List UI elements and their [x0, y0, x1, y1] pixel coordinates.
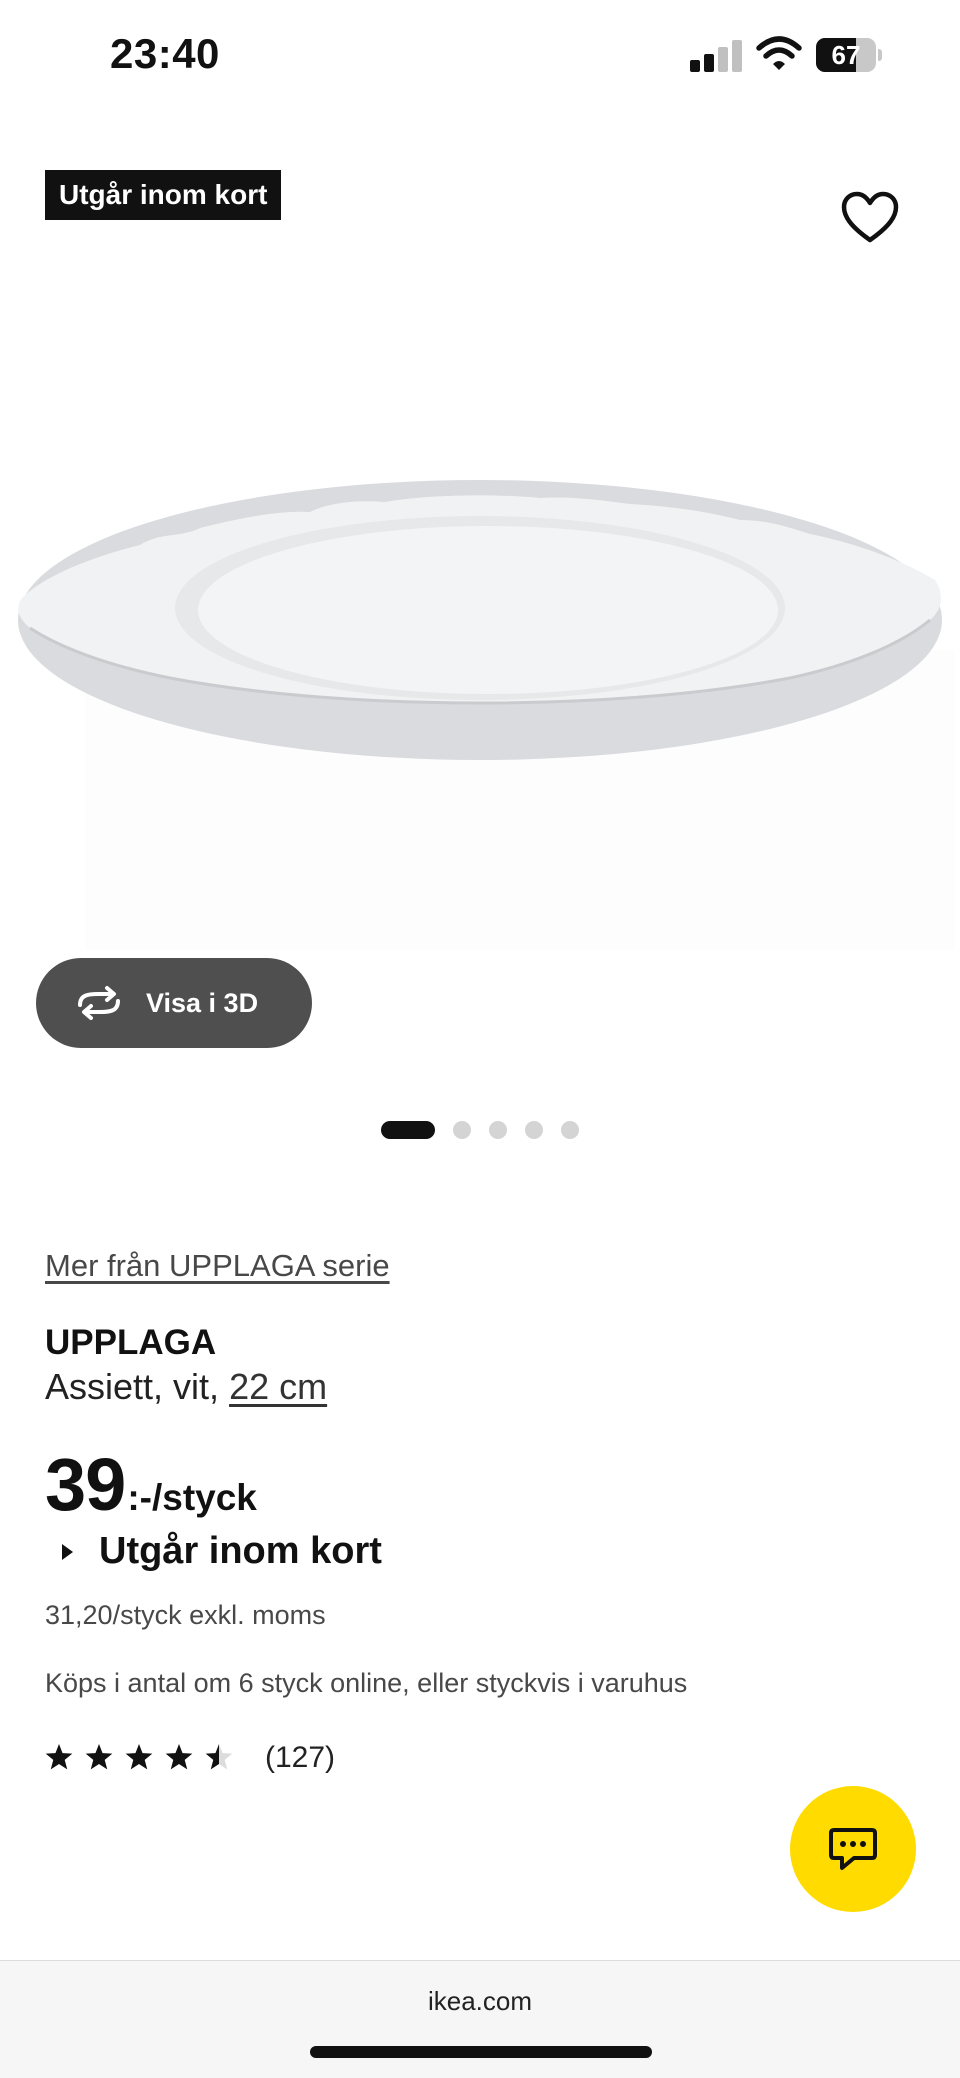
carousel-dot[interactable] [381, 1121, 435, 1139]
chat-icon [829, 1828, 877, 1870]
star-icon [125, 1744, 153, 1770]
wifi-icon [756, 36, 802, 70]
discontinued-badge: Utgår inom kort [45, 170, 282, 220]
product-name: UPPLAGA [45, 1323, 217, 1362]
star-icon [165, 1744, 193, 1770]
purchase-note: Köps i antal om 6 styck online, eller st… [45, 1668, 688, 1698]
product-description-text: Assiett, vit, [45, 1366, 220, 1407]
carousel-dots[interactable] [0, 1120, 960, 1140]
battery-level: 67 [831, 40, 861, 70]
rating-stars [45, 1744, 233, 1770]
carousel-dot[interactable] [525, 1121, 543, 1139]
product-image-plate[interactable] [0, 420, 960, 950]
availability-text: Utgår inom kort [99, 1530, 382, 1572]
price-main: 39 [45, 1443, 126, 1526]
status-time: 23:40 [110, 30, 220, 77]
product-description: Assiett, vit, 22 cm [45, 1366, 327, 1408]
home-indicator[interactable] [310, 2046, 652, 2058]
availability-toggle[interactable]: Utgår inom kort [62, 1530, 382, 1573]
battery-icon: 67 [816, 38, 882, 72]
view-3d-button[interactable]: Visa i 3D [36, 958, 312, 1048]
caret-right-icon [62, 1543, 73, 1560]
reviews-count: (127) [265, 1741, 336, 1774]
star-icon [45, 1744, 73, 1770]
carousel-dot[interactable] [561, 1121, 579, 1139]
series-link[interactable]: Mer från UPPLAGA serie [45, 1248, 390, 1284]
view-3d-label: Visa i 3D [146, 987, 259, 1018]
price-unit: :-/styck [127, 1477, 257, 1518]
price: 39 :-/styck [45, 1442, 257, 1527]
carousel-dot[interactable] [453, 1121, 471, 1139]
signal-icon [690, 40, 742, 72]
size-link[interactable]: 22 cm [229, 1366, 327, 1407]
rotate-3d-icon [78, 986, 120, 1020]
chat-button[interactable] [790, 1786, 916, 1912]
browser-bar [0, 1960, 960, 2078]
url-label[interactable]: ikea.com [0, 1986, 960, 2017]
star-icon [85, 1744, 113, 1770]
carousel-dot[interactable] [489, 1121, 507, 1139]
price-excl-vat: 31,20/styck exkl. moms [45, 1600, 326, 1630]
rating[interactable]: (127) [45, 1741, 335, 1775]
heart-icon[interactable] [840, 190, 900, 246]
